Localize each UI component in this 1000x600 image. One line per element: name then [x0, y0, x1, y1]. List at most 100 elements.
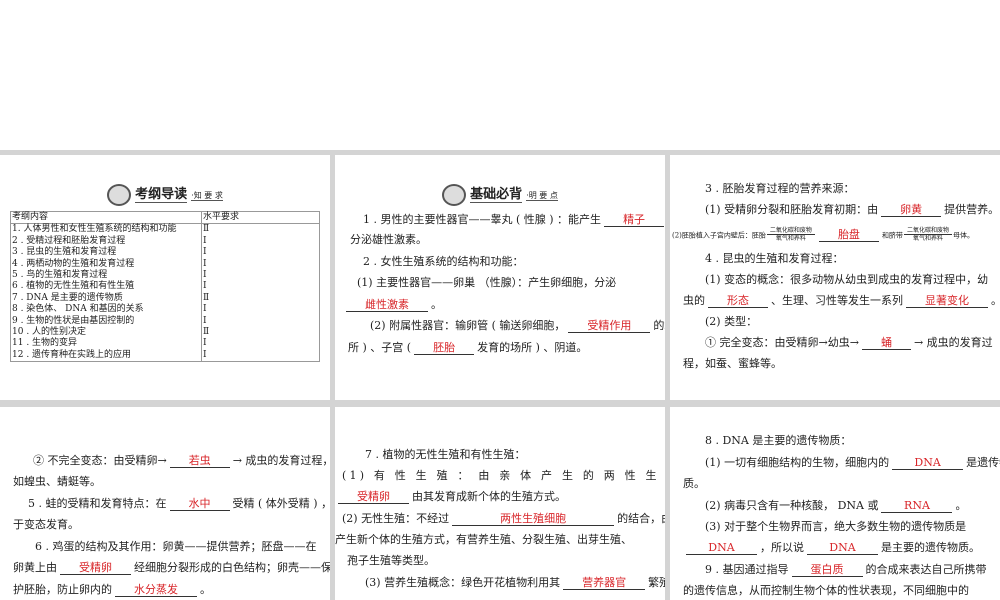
content-cell: 4 . 两栖动物的生殖和发育过程 — [10, 258, 202, 271]
content-cell: 9 . 生物的性状是由基因控制的 — [10, 315, 202, 328]
table-header-row: 考纲内容 水平要求 — [10, 210, 320, 225]
text-line: (1) 变态的概念：很多动物从幼虫到成虫的发育过程中，幼 — [705, 273, 988, 287]
text: 5 . 蛙的受精和发育特点：在 — [28, 497, 167, 510]
text: 母体。 — [952, 231, 974, 240]
answer-blank: 两性生殖细胞 — [452, 513, 615, 526]
answer-blank: 雌性激素 — [346, 299, 428, 312]
text-line: 4 . 昆虫的生殖和发育过程： — [705, 252, 844, 266]
table-row: 5 . 鸟的生殖和发育过程 Ⅰ — [10, 270, 320, 282]
text: 的场 — [653, 319, 665, 332]
text: 的遗传信息，从而控制生物个体的性状表现，不同细胞中的 — [683, 584, 969, 597]
answer-blank: 营养器官 — [563, 577, 646, 590]
panel-syllabus: 考纲导读 ·知 要 求 考纲内容 水平要求 1. 人体男性和女性生殖系统的结构和功能 Ⅱ… — [0, 155, 330, 400]
table-row: 6 . 植物的无性生殖和有性生殖 Ⅰ — [10, 281, 320, 293]
text-line: 的遗传信息，从而控制生物个体的性状表现，不同细胞中的 — [683, 584, 969, 598]
text-line: 受精卵 由其发育成新个体的生殖方式。 — [335, 490, 566, 504]
answer-blank: 蛋白质 — [791, 564, 863, 577]
panel-plant-reproduction: 7 . 植物的无性生殖和有性生殖： (1) 有 性 生 殖 ： 由 亲 体 产 生… — [335, 407, 665, 600]
text: (3) 营养生殖概念：绿色开花植物利用其 — [365, 576, 561, 589]
level-cell: Ⅰ — [201, 304, 320, 316]
text-line: 如蝗虫、蜻蜓等。 — [13, 475, 101, 489]
table-row: 10 . 人的性别决定 Ⅱ — [10, 327, 320, 339]
text: 护胚胎，防止卵内的 — [13, 583, 112, 596]
text: (1) 有 性 生 殖 ： 由 亲 体 产 生 的 两 性 生 殖 细 胞 结 … — [342, 469, 665, 482]
content-cell: 11 . 生物的变异 — [10, 338, 202, 350]
exchange-arrow: 二氧化碳和废物 氧气和养料 — [903, 227, 952, 242]
text-line: ① 完全变态：由受精卵→幼虫→ 蛹 → 成虫的发育过 — [705, 336, 993, 350]
table-row: 11 . 生物的变异 Ⅰ — [10, 338, 320, 350]
text-line: (1) 有 性 生 殖 ： 由 亲 体 产 生 的 两 性 生 殖 细 胞 结 … — [342, 469, 665, 483]
answer-blank: 受精卵 — [60, 562, 131, 575]
level-cell: Ⅰ — [201, 315, 320, 328]
text-line: 虫的形态、生理、习性等发生一系列显著变化。 — [683, 294, 1000, 308]
text-line: 8 . DNA 是主要的遗传物质： — [705, 434, 851, 448]
text: 繁殖 — [648, 576, 665, 589]
exchange-arrow: 二氧化碳和废物 氧气和养料 — [766, 227, 815, 242]
text: 于变态发育。 — [13, 518, 79, 531]
text: 由其发育成新个体的生殖方式。 — [412, 490, 566, 503]
column-header: 水平要求 — [201, 210, 320, 225]
text-line: (1) 一切有细胞结构的生物，细胞内的DNA是遗传物 — [705, 456, 1000, 470]
table-row: 2 . 受精过程和胚胎发育过程 Ⅰ — [10, 235, 320, 248]
content-cell: 5 . 鸟的生殖和发育过程 — [10, 270, 202, 282]
text-line: (3) 营养生殖概念：绿色开花植物利用其 营养器官 繁殖 — [365, 576, 665, 590]
text: 9 . 基因通过指导 — [705, 563, 789, 576]
text-line: (2) 类型： — [705, 315, 757, 329]
text-line: DNA ，所以说 DNA 是主要的遗传物质。 — [683, 541, 980, 555]
content-cell: 12 . 遗传育种在实践上的应用 — [10, 349, 202, 363]
text: ② 不完全变态：由受精卵→ — [33, 454, 167, 467]
text: ，所以说 — [760, 541, 804, 554]
text-line: (2) 病毒只含有一种核酸， DNA 或 RNA。 — [705, 499, 966, 513]
text-line: 雌性激素。 — [343, 298, 442, 312]
text: 虫的 — [683, 294, 705, 307]
text-line: 9 . 基因通过指导 蛋白质 的合成来表达自己所携带 — [705, 563, 987, 577]
answer-blank: 显著变化 — [906, 295, 988, 308]
mascot-icon — [442, 183, 467, 206]
text: 程，如蚕、蜜蜂等。 — [683, 357, 782, 370]
answer-blank: 受精作用 — [568, 320, 651, 333]
text: 。 — [955, 499, 967, 512]
text: (2) 无性生殖：不经过 — [342, 512, 450, 525]
answer-blank: 蛹 — [861, 337, 911, 350]
table-row: 7 . DNA 是主要的遗传物质 Ⅱ — [10, 292, 320, 305]
text: 受精 ( 体外受精 ) ，属 — [232, 497, 331, 510]
text-line: 卵黄上由 受精卵 经细胞分裂形成的白色结构；卵壳——保 — [13, 561, 330, 575]
text: 4 . 昆虫的生殖和发育过程： — [705, 252, 844, 265]
content-cell: 3 . 昆虫的生殖和发育过程 — [10, 247, 202, 259]
text: 3 . 胚胎发育过程的营养来源： — [705, 182, 855, 195]
text: (1) 变态的概念：很多动物从幼虫到成虫的发育过程中，幼 — [705, 273, 989, 286]
arrow-label-top: 二氧化碳和废物 — [766, 227, 815, 235]
answer-blank: 卵黄 — [881, 204, 942, 217]
arrow-label-top: 二氧化碳和废物 — [903, 227, 952, 235]
text: (2) 类型： — [705, 315, 758, 328]
level-cell: Ⅰ — [201, 338, 320, 350]
text-line: (2) 附属性器官：输卵管 ( 输送卵细胞，受精作用的场 — [370, 319, 665, 333]
table-row: 3 . 昆虫的生殖和发育过程 Ⅰ — [10, 247, 320, 259]
text: (2) 附属性器官：输卵管 ( 输送卵细胞， — [370, 319, 566, 332]
text-line: 1 . 男性的主要性器官——睾丸 ( 性腺 ) ：能产生精子， — [363, 213, 665, 227]
table-row: 9 . 生物的性状是由基因控制的 Ⅰ — [10, 315, 320, 328]
level-cell: Ⅰ — [201, 281, 320, 293]
table-row: 4 . 两栖动物的生殖和发育过程 Ⅰ — [10, 258, 320, 271]
level-cell: Ⅰ — [201, 258, 320, 271]
text-line: 程，如蚕、蜜蜂等。 — [683, 357, 782, 371]
table-row: 1. 人体男性和女性生殖系统的结构和功能 Ⅱ — [10, 223, 320, 236]
text: 。 — [431, 298, 442, 311]
text: 是遗传物 — [966, 456, 1000, 469]
text: 提供营养。 — [944, 203, 1000, 216]
arrow-label-bottom: 氧气和养料 — [912, 235, 943, 242]
panel-basics: 基础必背 ·明 要 点 1 . 男性的主要性器官——睾丸 ( 性腺 ) ：能产生精… — [335, 155, 665, 400]
answer-blank: 受精卵 — [338, 491, 409, 504]
text-line: 2 . 女性生殖系统的结构和功能： — [363, 255, 524, 269]
level-cell: Ⅰ — [201, 270, 320, 282]
text-line: 所 ) 、子宫 (胚胎 发育的场所 ) 、阴道。 — [348, 341, 587, 355]
content-cell: 1. 人体男性和女性生殖系统的结构和功能 — [10, 223, 202, 236]
level-cell: Ⅰ — [201, 235, 320, 248]
text: 质。 — [683, 477, 705, 490]
text: 、生理、习性等发生一系列 — [771, 294, 903, 307]
panel-dna: 8 . DNA 是主要的遗传物质： (1) 一切有细胞结构的生物，细胞内的 DNA 是… — [670, 407, 1000, 600]
text-line: ② 不完全变态：由受精卵→ 若虫 → 成虫的发育过程， — [33, 454, 330, 468]
content-cell: 7 . DNA 是主要的遗传物质 — [10, 292, 202, 305]
answer-blank: 精子 — [604, 214, 665, 227]
text-line: (2)胚胎植入子宫内壁后：胚胎 二氧化碳和废物 氧气和养料 胎盘 和脐带 二氧化碳和废物氧… — [672, 227, 974, 243]
